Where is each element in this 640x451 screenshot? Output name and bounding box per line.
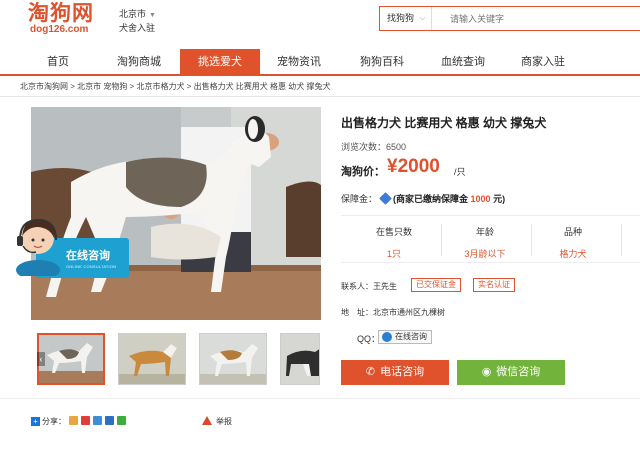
price-label: 淘狗价： [341, 166, 385, 178]
spec-value: 3月龄以下 [464, 249, 506, 259]
wechat-icon: ◉ [481, 366, 492, 378]
site-logo[interactable]: 淘狗网 dog126.com [28, 2, 94, 36]
qzone-share-icon[interactable] [69, 416, 78, 425]
search-category-select[interactable]: 找狗狗 ⌵ [380, 7, 432, 30]
divider [621, 224, 622, 256]
customer-service-avatar [16, 218, 60, 276]
wechat-share-icon[interactable] [117, 416, 126, 425]
wechat-button-label: 微信咨询 [496, 366, 541, 378]
nav-shop[interactable]: 淘狗商城 [104, 49, 174, 74]
spec-key: 品种 [563, 227, 582, 237]
guarantee-row: 保障金： (商家已缴纳保障金 1000 元) [341, 192, 505, 205]
price-unit: /只 [454, 167, 466, 177]
city-selector[interactable]: 北京市 ▼ 犬舍入驻 [119, 8, 156, 34]
merchant-join-link[interactable]: 犬舍入驻 [119, 22, 156, 34]
views-value: 6500 [386, 142, 407, 152]
logo-text: 淘狗网 [28, 0, 94, 25]
nav-dog-wiki[interactable]: 狗狗百科 [347, 49, 417, 74]
address-value: 北京市通州区九棵树 [373, 308, 445, 317]
site-header: 淘狗网 dog126.com 北京市 ▼ 犬舍入驻 找狗狗 ⌵ [0, 0, 640, 46]
divider [441, 224, 442, 256]
qq-consult-button[interactable]: 在线咨询 [378, 330, 432, 344]
address-label: 地 址： [341, 308, 373, 317]
nav-merchant-join[interactable]: 商家入驻 [508, 49, 578, 74]
online-consult-widget[interactable]: 在线咨询 ONLINE CONSULTATION [14, 210, 129, 278]
chevron-down-icon: ⌵ [419, 15, 425, 22]
qq-button-label: 在线咨询 [395, 332, 427, 341]
consult-title: 在线咨询 [66, 250, 110, 262]
qq-label: QQ： [357, 334, 381, 344]
chevron-down-icon: ▼ [149, 12, 156, 19]
nav-pedigree[interactable]: 血统查询 [428, 49, 498, 74]
search-category-label: 找狗狗 [387, 13, 415, 23]
address-row: 地 址：北京市通州区九棵树 [341, 307, 445, 318]
spec-value: 1只 [386, 249, 401, 259]
badge-deposit-paid: 已交保证金 [411, 278, 461, 292]
nav-home[interactable]: 首页 [23, 49, 93, 74]
price-value: ¥2000 [387, 156, 440, 177]
report-link[interactable]: 举报 [202, 416, 232, 427]
main-nav: 首页 淘狗商城 挑选爱犬 宠物资讯 狗狗百科 血统查询 商家入驻 [0, 49, 640, 76]
guarantee-text: (商家已缴纳保障金 [393, 194, 469, 204]
thumbnail-4[interactable] [280, 333, 320, 385]
divider [0, 96, 640, 97]
search-box: 找狗狗 ⌵ [379, 6, 640, 31]
logo-domain: dog126.com [30, 24, 89, 35]
divider [0, 398, 640, 399]
renren-share-icon[interactable] [105, 416, 114, 425]
phone-icon: ✆ [365, 366, 376, 378]
spec-value: 格力犬 [559, 249, 587, 259]
weibo-share-icon[interactable] [81, 416, 90, 425]
tencent-weibo-share-icon[interactable] [93, 416, 102, 425]
guarantee-label: 保障金： [341, 194, 378, 204]
share-label: 分享： [42, 417, 66, 426]
spec-key: 在售只数 [375, 227, 412, 237]
thumbnail-image [39, 335, 103, 383]
spec-key: 年龄 [475, 227, 494, 237]
guarantee-suffix: 元) [493, 194, 506, 204]
chevron-left-icon[interactable]: ‹ [37, 352, 45, 366]
thumbnail-1[interactable] [37, 333, 105, 385]
thumbnail-image [200, 334, 266, 384]
views-label: 浏览次数： [341, 142, 387, 152]
spec-breed: 品种 格力犬 [535, 216, 611, 264]
listing-title: 出售格力犬 比赛用犬 格惠 幼犬 撑兔犬 [341, 116, 547, 130]
breadcrumb[interactable]: 北京市淘狗网 > 北京市 宠物狗 > 北京市格力犬 > 出售格力犬 比赛用犬 格… [20, 81, 330, 93]
thumbnail-3[interactable] [199, 333, 267, 385]
badge-verified: 实名认证 [473, 278, 515, 292]
report-label: 举报 [216, 417, 232, 426]
nav-choose-dog[interactable]: 挑选爱犬 [180, 49, 260, 76]
thumbnail-image [281, 334, 319, 384]
nav-pet-news[interactable]: 宠物资讯 [264, 49, 334, 74]
divider [531, 224, 532, 256]
qq-penguin-icon [382, 332, 392, 342]
spec-table: 在售只数 1只 年龄 3月龄以下 品种 格力犬 [341, 215, 640, 263]
listing-page: 淘狗网 dog126.com 北京市▼ 犬舍入驻 找狗狗 ⌵ 首页 淘狗商城 挑… [0, 0, 640, 451]
plus-icon[interactable]: + [31, 417, 40, 426]
consult-subtitle: ONLINE CONSULTATION [66, 264, 117, 269]
spec-age: 年龄 3月龄以下 [447, 216, 523, 264]
thumbnail-2[interactable] [118, 333, 186, 385]
contact-label: 联系人： [341, 282, 373, 291]
guarantee-amount: 1000 [470, 194, 491, 204]
wechat-consult-button[interactable]: ◉ 微信咨询 [457, 360, 565, 385]
phone-consult-button[interactable]: ✆ 电话咨询 [341, 360, 449, 385]
view-count: 浏览次数：6500 [341, 140, 406, 153]
share-bar: + 分享： [31, 416, 126, 427]
search-input[interactable] [436, 9, 626, 28]
warning-icon [202, 416, 212, 425]
spec-in-stock: 在售只数 1只 [356, 216, 432, 264]
city-name: 北京市 [119, 9, 147, 19]
contact-name: 王先生 [373, 282, 397, 291]
contact-row: 联系人：王先生 [341, 281, 397, 292]
diamond-icon [379, 192, 392, 205]
phone-button-label: 电话咨询 [380, 366, 425, 378]
thumbnail-image [119, 334, 185, 384]
